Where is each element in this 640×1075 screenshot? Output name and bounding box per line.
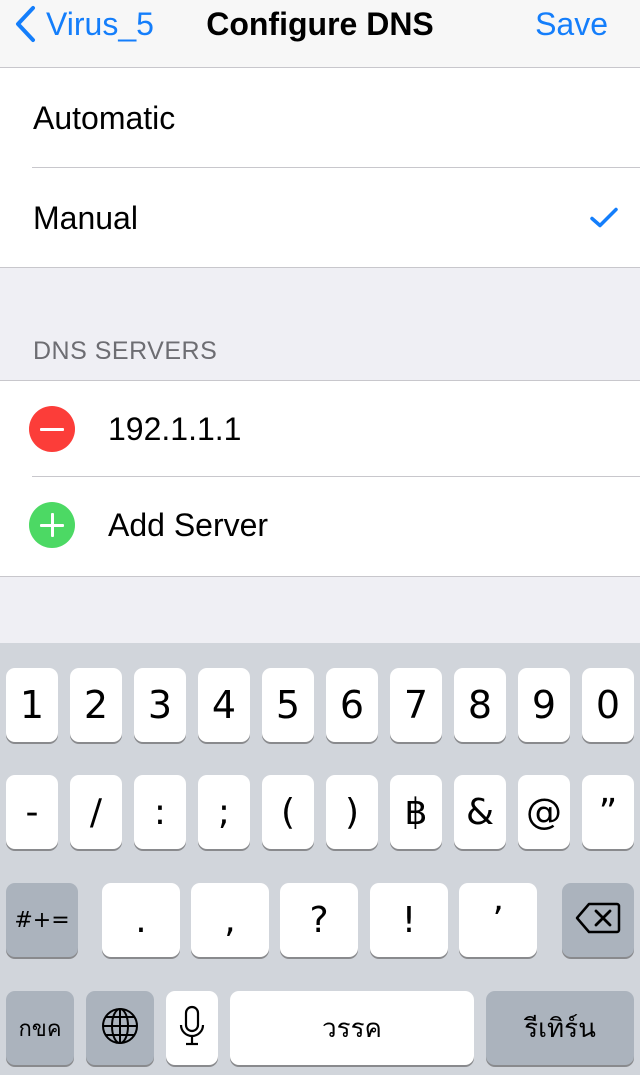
key-quote[interactable]: ” [582,775,634,849]
key-period[interactable]: . [102,883,180,957]
key-question[interactable]: ? [280,883,358,957]
save-button[interactable]: Save [535,0,608,48]
server-row[interactable]: 192.1.1.1 [0,381,640,477]
key-semicolon[interactable]: ; [198,775,250,849]
key-hyphen[interactable]: - [6,775,58,849]
key-8[interactable]: 8 [454,668,506,742]
key-apostrophe[interactable]: ’ [459,883,537,957]
key-5[interactable]: 5 [262,668,314,742]
key-at[interactable]: @ [518,775,570,849]
option-automatic[interactable]: Automatic [0,68,640,168]
microphone-icon [179,1005,205,1051]
delete-key[interactable] [562,883,634,957]
key-6[interactable]: 6 [326,668,378,742]
option-automatic-label: Automatic [33,99,176,136]
add-server-button[interactable]: Add Server [0,477,640,573]
key-comma[interactable]: , [191,883,269,957]
key-exclamation[interactable]: ! [370,883,448,957]
dns-servers-group: 192.1.1.1 Add Server [0,380,640,577]
backspace-icon [575,902,621,938]
back-button[interactable]: Virus_5 [14,0,154,48]
key-close-paren[interactable]: ) [326,775,378,849]
checkmark-icon [590,200,618,237]
globe-key[interactable] [86,991,154,1065]
return-key[interactable]: รีเทิร์น [486,991,634,1065]
language-key[interactable]: กขค [6,991,74,1065]
key-0[interactable]: 0 [582,668,634,742]
plus-circle-icon[interactable] [29,502,75,548]
globe-icon [100,1006,140,1050]
key-4[interactable]: 4 [198,668,250,742]
key-open-paren[interactable]: ( [262,775,314,849]
keyboard: 1 2 3 4 5 6 7 8 9 0 - / : ; ( ) ฿ & @ ” … [0,643,640,1075]
navigation-bar: Virus_5 Configure DNS Save [0,0,640,68]
key-1[interactable]: 1 [6,668,58,742]
key-2[interactable]: 2 [70,668,122,742]
add-server-label: Add Server [108,506,269,543]
key-7[interactable]: 7 [390,668,442,742]
chevron-left-icon [14,5,36,43]
key-ampersand[interactable]: & [454,775,506,849]
dns-mode-group: Automatic Manual [0,68,640,268]
more-symbols-key[interactable]: #+= [6,883,78,957]
key-3[interactable]: 3 [134,668,186,742]
dictation-key[interactable] [166,991,218,1065]
minus-circle-icon[interactable] [29,406,75,452]
space-key[interactable]: วรรค [230,991,474,1065]
key-baht[interactable]: ฿ [390,775,442,849]
key-9[interactable]: 9 [518,668,570,742]
key-slash[interactable]: / [70,775,122,849]
option-manual-label: Manual [33,199,138,236]
server-address: 192.1.1.1 [108,410,242,447]
option-manual[interactable]: Manual [0,168,640,268]
section-header-dns-servers: DNS SERVERS [33,337,218,365]
back-button-label: Virus_5 [46,5,154,42]
key-colon[interactable]: : [134,775,186,849]
